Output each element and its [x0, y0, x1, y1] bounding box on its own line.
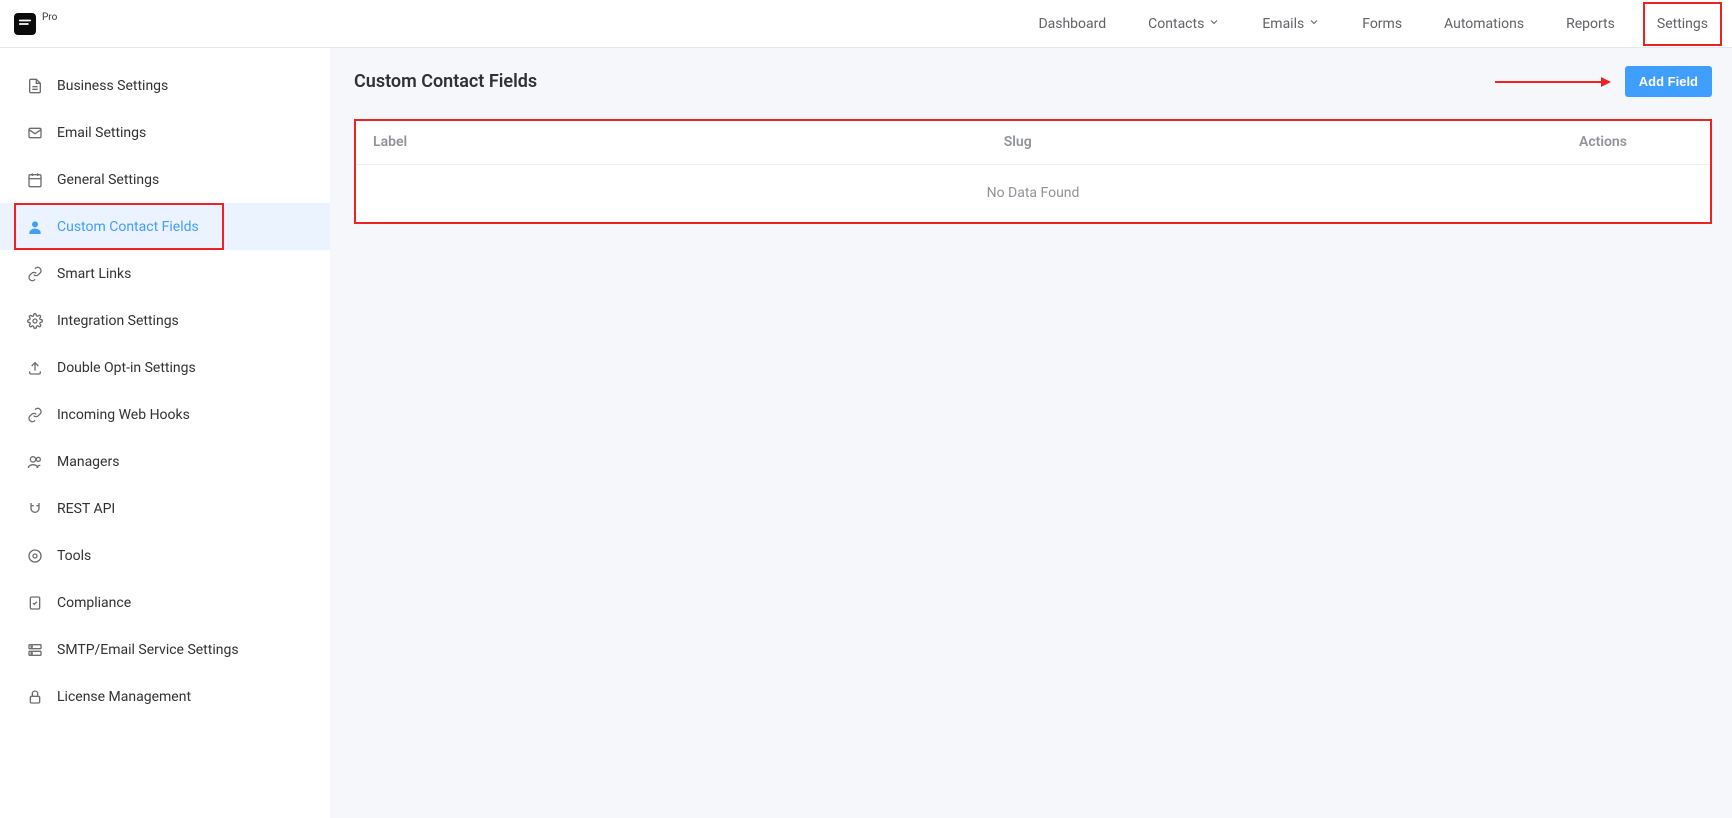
sidebar-item-smtp-settings[interactable]: SMTP/Email Service Settings: [0, 626, 330, 673]
chevron-down-icon: [1208, 16, 1220, 32]
settings-sidebar: Business Settings Email Settings General…: [0, 48, 330, 818]
topbar: Pro Dashboard Contacts Emails Forms Auto…: [0, 0, 1732, 48]
nav-reports[interactable]: Reports: [1556, 2, 1625, 46]
gear-icon: [27, 313, 43, 329]
sidebar-item-label: License Management: [57, 689, 191, 705]
sidebar-item-license-management[interactable]: License Management: [0, 673, 330, 720]
nav-label: Reports: [1566, 16, 1615, 32]
sidebar-item-label: Smart Links: [57, 266, 131, 282]
sidebar-item-label: Email Settings: [57, 125, 146, 141]
content-header: Custom Contact Fields Add Field: [354, 66, 1712, 97]
empty-text: No Data Found: [355, 165, 1711, 224]
sidebar-item-integration-settings[interactable]: Integration Settings: [0, 297, 330, 344]
sidebar-item-smart-links[interactable]: Smart Links: [0, 250, 330, 297]
wrench-icon: [27, 548, 43, 564]
link-icon: [27, 266, 43, 282]
upload-icon: [27, 360, 43, 376]
lock-icon: [27, 689, 43, 705]
nav-label: Forms: [1362, 16, 1402, 32]
users-icon: [27, 454, 43, 470]
sidebar-item-business-settings[interactable]: Business Settings: [0, 62, 330, 109]
nav-label: Emails: [1262, 16, 1304, 32]
brand: Pro: [14, 13, 57, 35]
sidebar-item-rest-api[interactable]: REST API: [0, 485, 330, 532]
fields-table-panel: Label Slug Actions No Data Found: [354, 119, 1712, 224]
sidebar-item-compliance[interactable]: Compliance: [0, 579, 330, 626]
sidebar-item-label: REST API: [57, 501, 115, 517]
nav-forms[interactable]: Forms: [1352, 2, 1412, 46]
sidebar-item-label: Tools: [57, 548, 91, 564]
col-label: Label: [355, 120, 986, 165]
sidebar-item-managers[interactable]: Managers: [0, 438, 330, 485]
nav-label: Settings: [1657, 16, 1708, 32]
sidebar-item-label: Managers: [57, 454, 119, 470]
nav-automations[interactable]: Automations: [1434, 2, 1534, 46]
chevron-down-icon: [1308, 16, 1320, 32]
pro-badge: Pro: [42, 13, 57, 23]
nav-emails[interactable]: Emails: [1252, 2, 1330, 46]
magnet-icon: [27, 501, 43, 517]
user-icon: [27, 219, 43, 235]
nav-dashboard[interactable]: Dashboard: [1028, 2, 1116, 46]
sidebar-item-email-settings[interactable]: Email Settings: [0, 109, 330, 156]
sidebar-item-label: General Settings: [57, 172, 159, 188]
layout: Business Settings Email Settings General…: [0, 48, 1732, 818]
add-field-button[interactable]: Add Field: [1625, 66, 1712, 97]
sidebar-item-label: Double Opt-in Settings: [57, 360, 196, 376]
calendar-icon: [27, 172, 43, 188]
sidebar-item-label: Integration Settings: [57, 313, 179, 329]
page-title: Custom Contact Fields: [354, 71, 537, 92]
top-nav: Dashboard Contacts Emails Forms Automati…: [1028, 2, 1718, 46]
arrow-annotation: [1495, 77, 1611, 87]
sidebar-item-label: Custom Contact Fields: [57, 219, 199, 235]
sidebar-item-double-opt-in[interactable]: Double Opt-in Settings: [0, 344, 330, 391]
nav-settings[interactable]: Settings: [1647, 2, 1718, 46]
app-logo: [14, 13, 36, 35]
sidebar-item-label: SMTP/Email Service Settings: [57, 642, 239, 658]
header-actions: Add Field: [1495, 66, 1712, 97]
server-icon: [27, 642, 43, 658]
file-text-icon: [27, 78, 43, 94]
nav-label: Contacts: [1148, 16, 1204, 32]
clipboard-check-icon: [27, 595, 43, 611]
sidebar-item-label: Compliance: [57, 595, 131, 611]
mail-icon: [27, 125, 43, 141]
nav-contacts[interactable]: Contacts: [1138, 2, 1230, 46]
col-slug: Slug: [986, 120, 1561, 165]
custom-fields-table: Label Slug Actions No Data Found: [355, 120, 1711, 223]
sidebar-item-label: Incoming Web Hooks: [57, 407, 190, 423]
sidebar-item-incoming-webhooks[interactable]: Incoming Web Hooks: [0, 391, 330, 438]
nav-label: Dashboard: [1038, 16, 1106, 32]
nav-label: Automations: [1444, 16, 1524, 32]
main-content: Custom Contact Fields Add Field Label Sl…: [330, 48, 1732, 818]
sidebar-item-custom-contact-fields[interactable]: Custom Contact Fields: [0, 203, 330, 250]
table-empty-row: No Data Found: [355, 165, 1711, 224]
sidebar-item-tools[interactable]: Tools: [0, 532, 330, 579]
webhook-icon: [27, 407, 43, 423]
col-actions: Actions: [1561, 120, 1711, 165]
sidebar-item-label: Business Settings: [57, 78, 168, 94]
sidebar-item-general-settings[interactable]: General Settings: [0, 156, 330, 203]
